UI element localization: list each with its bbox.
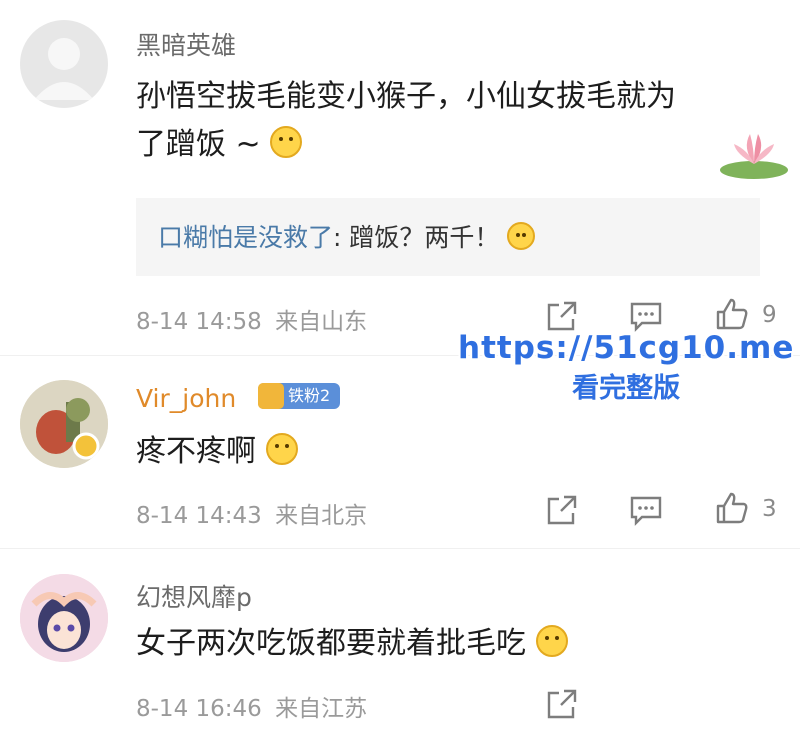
avatar[interactable] bbox=[20, 574, 108, 662]
comment-username[interactable]: 幻想风靡p bbox=[136, 578, 252, 614]
divider bbox=[0, 548, 800, 549]
comment-icon[interactable] bbox=[628, 492, 664, 528]
comment-item-1: 黑暗英雄 孙悟空拔毛能变小猴子，小仙女拔毛就为 了蹭饭 ~ 口糊怕是没救了: 蹭… bbox=[0, 0, 800, 350]
comment-time: 8-14 16:46 bbox=[136, 696, 262, 722]
comment-content: 女子两次吃饭都要就着批毛吃 bbox=[136, 620, 568, 668]
comment-icon[interactable] bbox=[628, 298, 664, 334]
reply-text: 口糊怕是没救了: 蹭饭？两千！ bbox=[158, 218, 536, 254]
comment-content: 疼不疼啊 bbox=[136, 428, 298, 476]
comment-location: 来自北京 bbox=[275, 503, 368, 529]
watermark-url: https://51cg10.me bbox=[458, 330, 795, 366]
comment-content-text: 女子两次吃饭都要就着批毛吃 bbox=[136, 626, 526, 661]
emoji-icon bbox=[265, 433, 298, 465]
reply-content: : 蹭饭？两千！ bbox=[333, 223, 500, 252]
emoji-icon bbox=[270, 126, 303, 158]
comment-username[interactable]: Vir_john bbox=[136, 384, 236, 413]
like-icon[interactable] bbox=[714, 490, 750, 526]
avatar-image bbox=[20, 380, 108, 468]
fan-badge: 铁粉2 bbox=[258, 383, 340, 409]
lotus-icon bbox=[720, 134, 788, 179]
comment-content-text: 疼不疼啊 bbox=[136, 434, 256, 469]
reply-username[interactable]: 口糊怕是没救了 bbox=[158, 223, 333, 252]
like-count: 3 bbox=[762, 496, 777, 522]
comment-content: 孙悟空拔毛能变小猴子，小仙女拔毛就为 了蹭饭 ~ bbox=[136, 73, 676, 169]
share-icon[interactable] bbox=[544, 298, 580, 334]
like-count: 9 bbox=[762, 302, 777, 328]
comment-content-line1: 孙悟空拔毛能变小猴子，小仙女拔毛就为 bbox=[136, 79, 676, 114]
avatar[interactable] bbox=[20, 20, 108, 108]
comment-time: 8-14 14:58 bbox=[136, 309, 262, 335]
avatar-placeholder-icon bbox=[34, 38, 94, 100]
comment-meta: 8-14 14:58 来自山东 bbox=[136, 302, 367, 336]
fan-badge-label: 铁粉2 bbox=[288, 386, 331, 405]
comment-username[interactable]: 黑暗英雄 bbox=[136, 26, 236, 62]
emoji-icon bbox=[535, 625, 568, 657]
emoji-icon bbox=[507, 222, 536, 250]
comment-meta: 8-14 14:43 来自北京 bbox=[136, 496, 367, 530]
comment-meta: 8-14 16:46 来自江苏 bbox=[136, 689, 367, 723]
watermark: https://51cg10.me 看完整版 bbox=[458, 330, 794, 405]
comment-content-line2: 了蹭饭 ~ bbox=[136, 121, 676, 169]
like-icon[interactable] bbox=[714, 296, 750, 332]
comment-content-text: 了蹭饭 ~ bbox=[136, 127, 261, 162]
watermark-caption: 看完整版 bbox=[572, 373, 681, 404]
comment-time: 8-14 14:43 bbox=[136, 503, 262, 529]
reply-box[interactable]: 口糊怕是没救了: 蹭饭？两千！ bbox=[136, 198, 760, 276]
comment-location: 来自山东 bbox=[275, 309, 368, 335]
share-icon[interactable] bbox=[544, 686, 580, 722]
avatar[interactable] bbox=[20, 380, 108, 468]
comment-location: 来自江苏 bbox=[275, 696, 368, 722]
crown-icon bbox=[258, 383, 284, 409]
share-icon[interactable] bbox=[544, 492, 580, 528]
avatar-image bbox=[20, 574, 108, 662]
